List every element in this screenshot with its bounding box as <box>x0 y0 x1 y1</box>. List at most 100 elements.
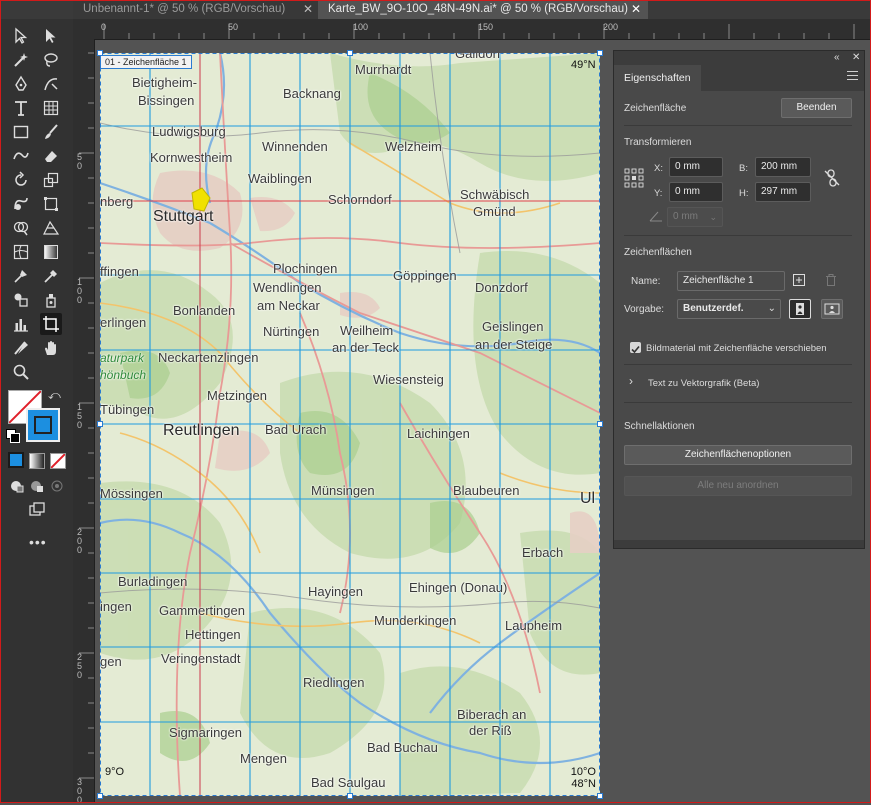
slice-tool-icon[interactable] <box>10 337 32 359</box>
panel-menu-icon[interactable] <box>847 71 858 80</box>
magic-wand-tool-icon[interactable] <box>10 49 32 71</box>
map-label: Wendlingen <box>253 280 322 295</box>
type-tool-icon[interactable] <box>10 97 32 119</box>
symbol-sprayer-tool-icon[interactable] <box>40 289 62 311</box>
artboard-handle-w[interactable] <box>97 421 103 427</box>
color-mode-icon[interactable] <box>8 452 24 468</box>
artboard-name-tag[interactable]: 01 - Zeichenfläche 1 <box>100 55 192 69</box>
chevron-down-icon: ⌄ <box>767 303 776 314</box>
hand-tool-icon[interactable] <box>40 337 62 359</box>
swap-fill-stroke-icon[interactable]: ⤺ <box>48 388 62 402</box>
collapse-panel-icon[interactable]: « <box>834 51 840 64</box>
map-artwork[interactable]: Gaildorf Murrhardt Bietigheim- Bissingen… <box>100 53 600 796</box>
section-artboard-label: Zeichenfläche <box>624 103 687 114</box>
y-position-field[interactable]: 0 mm <box>669 182 723 202</box>
height-field[interactable]: 297 mm <box>755 182 811 202</box>
gradient-mode-icon[interactable] <box>29 453 45 469</box>
tab-karte-bw[interactable]: Karte_BW_9O-10O_48N-49N.ai* @ 50 % (RGB/… <box>318 0 648 19</box>
panel-footer <box>614 540 864 548</box>
lasso-tool-icon[interactable] <box>40 49 62 71</box>
new-artboard-icon[interactable] <box>792 273 806 287</box>
tab-eigenschaften[interactable]: Eigenschaften <box>614 65 701 91</box>
constrain-proportions-icon[interactable] <box>824 169 840 187</box>
map-label: Laichingen <box>407 426 470 441</box>
map-label: Reutlingen <box>163 422 240 439</box>
column-graph-tool-icon[interactable] <box>10 313 32 335</box>
corner-coordinate-sw: 9°O <box>105 766 125 778</box>
reference-point-icon[interactable] <box>624 168 644 188</box>
trash-icon[interactable] <box>824 273 838 287</box>
gradient-tool-icon[interactable] <box>40 241 62 263</box>
none-mode-icon[interactable] <box>50 453 66 469</box>
divider <box>624 235 852 236</box>
rotate-tool-icon[interactable] <box>10 169 32 191</box>
map-label: Münsingen <box>311 483 375 498</box>
artboard-name-field[interactable]: Zeichenfläche 1 <box>677 271 785 291</box>
artboard-handle-e[interactable] <box>597 421 603 427</box>
default-fill-stroke-icon[interactable] <box>6 429 20 443</box>
draw-behind-icon[interactable] <box>26 475 48 497</box>
width-field[interactable]: 200 mm <box>755 157 811 177</box>
artboard-handle-se[interactable] <box>597 793 603 799</box>
mesh-tool-icon[interactable] <box>10 241 32 263</box>
map-label: Gaildorf <box>455 53 501 61</box>
direct-selection-tool-icon[interactable] <box>40 25 62 47</box>
map-label: der Riß <box>469 723 512 738</box>
artboard-handle-n[interactable] <box>347 50 353 56</box>
rectangle-tool-icon[interactable] <box>10 121 32 143</box>
portrait-orientation-icon[interactable] <box>789 299 811 319</box>
map-label: Göppingen <box>393 268 457 283</box>
shape-builder-tool-icon[interactable] <box>10 217 32 239</box>
ruler-origin[interactable] <box>73 19 95 40</box>
warp-tool-icon[interactable] <box>10 193 32 215</box>
artboard-handle-s[interactable] <box>347 793 353 799</box>
shaper-tool-icon[interactable] <box>10 145 32 167</box>
curvature-tool-icon[interactable] <box>40 73 62 95</box>
move-artwork-checkbox[interactable] <box>630 342 641 354</box>
grid-tool-icon[interactable] <box>40 97 62 119</box>
blend-tool-icon[interactable] <box>10 265 32 287</box>
artboard-handle-nw[interactable] <box>97 50 103 56</box>
pen-tool-icon[interactable] <box>10 73 32 95</box>
preset-select[interactable]: Benutzerdef. ⌄ <box>677 299 781 319</box>
eyedropper-tool-icon[interactable] <box>40 265 62 287</box>
perspective-grid-tool-icon[interactable] <box>40 217 62 239</box>
map-label: aturpark <box>100 351 145 365</box>
eraser-tool-icon[interactable] <box>40 145 62 167</box>
horizontal-ruler[interactable]: 0 50 100 150 200 <box>94 19 871 40</box>
artboard-handle-sw[interactable] <box>97 793 103 799</box>
divider <box>624 125 852 126</box>
artboard-tool-icon[interactable] <box>40 313 62 335</box>
ruler-label: 200 <box>603 22 619 32</box>
zoom-tool-icon[interactable] <box>10 361 32 383</box>
selection-tool-icon[interactable] <box>10 25 32 47</box>
chevron-right-icon: › <box>629 374 633 388</box>
map-label: an der Steige <box>475 337 553 352</box>
stroke-swatch[interactable] <box>26 408 60 442</box>
x-position-field[interactable]: 0 mm <box>669 157 723 177</box>
text-to-vector-section[interactable]: › Text zu Vektorgrafik (Beta) <box>624 373 844 393</box>
map-label: Biberach an <box>457 707 527 722</box>
tab-unbenannt[interactable]: Unbenannt-1* @ 50 % (RGB/Vorschau) ✕ <box>73 0 318 19</box>
vertical-ruler[interactable]: 50 100 150 200 250 300 <box>73 39 95 805</box>
draw-inside-icon[interactable] <box>46 475 68 497</box>
draw-normal-icon[interactable] <box>6 475 28 497</box>
close-tab-icon[interactable]: ✕ <box>629 0 643 19</box>
end-button[interactable]: Beenden <box>781 98 852 118</box>
close-panel-icon[interactable]: ✕ <box>852 51 860 64</box>
artboard-handle-ne[interactable] <box>597 50 603 56</box>
paintbrush-tool-icon[interactable] <box>40 121 62 143</box>
live-paint-tool-icon[interactable] <box>10 289 32 311</box>
free-transform-tool-icon[interactable] <box>40 193 62 215</box>
map-label: Hayingen <box>308 584 363 599</box>
artboard-options-button[interactable]: Zeichenflächenoptionen <box>624 445 852 465</box>
map-label: Bad Saulgau <box>311 775 386 790</box>
map-label: Mengen <box>240 751 287 766</box>
screen-mode-icon[interactable] <box>26 499 48 521</box>
corner-coordinate-se: 10°O 48°N <box>570 766 596 790</box>
scale-tool-icon[interactable] <box>40 169 62 191</box>
close-tab-icon[interactable]: ✕ <box>301 0 315 19</box>
map-label: erlingen <box>100 315 147 330</box>
landscape-orientation-icon[interactable] <box>821 299 843 319</box>
more-tools-icon[interactable]: ••• <box>29 534 47 550</box>
